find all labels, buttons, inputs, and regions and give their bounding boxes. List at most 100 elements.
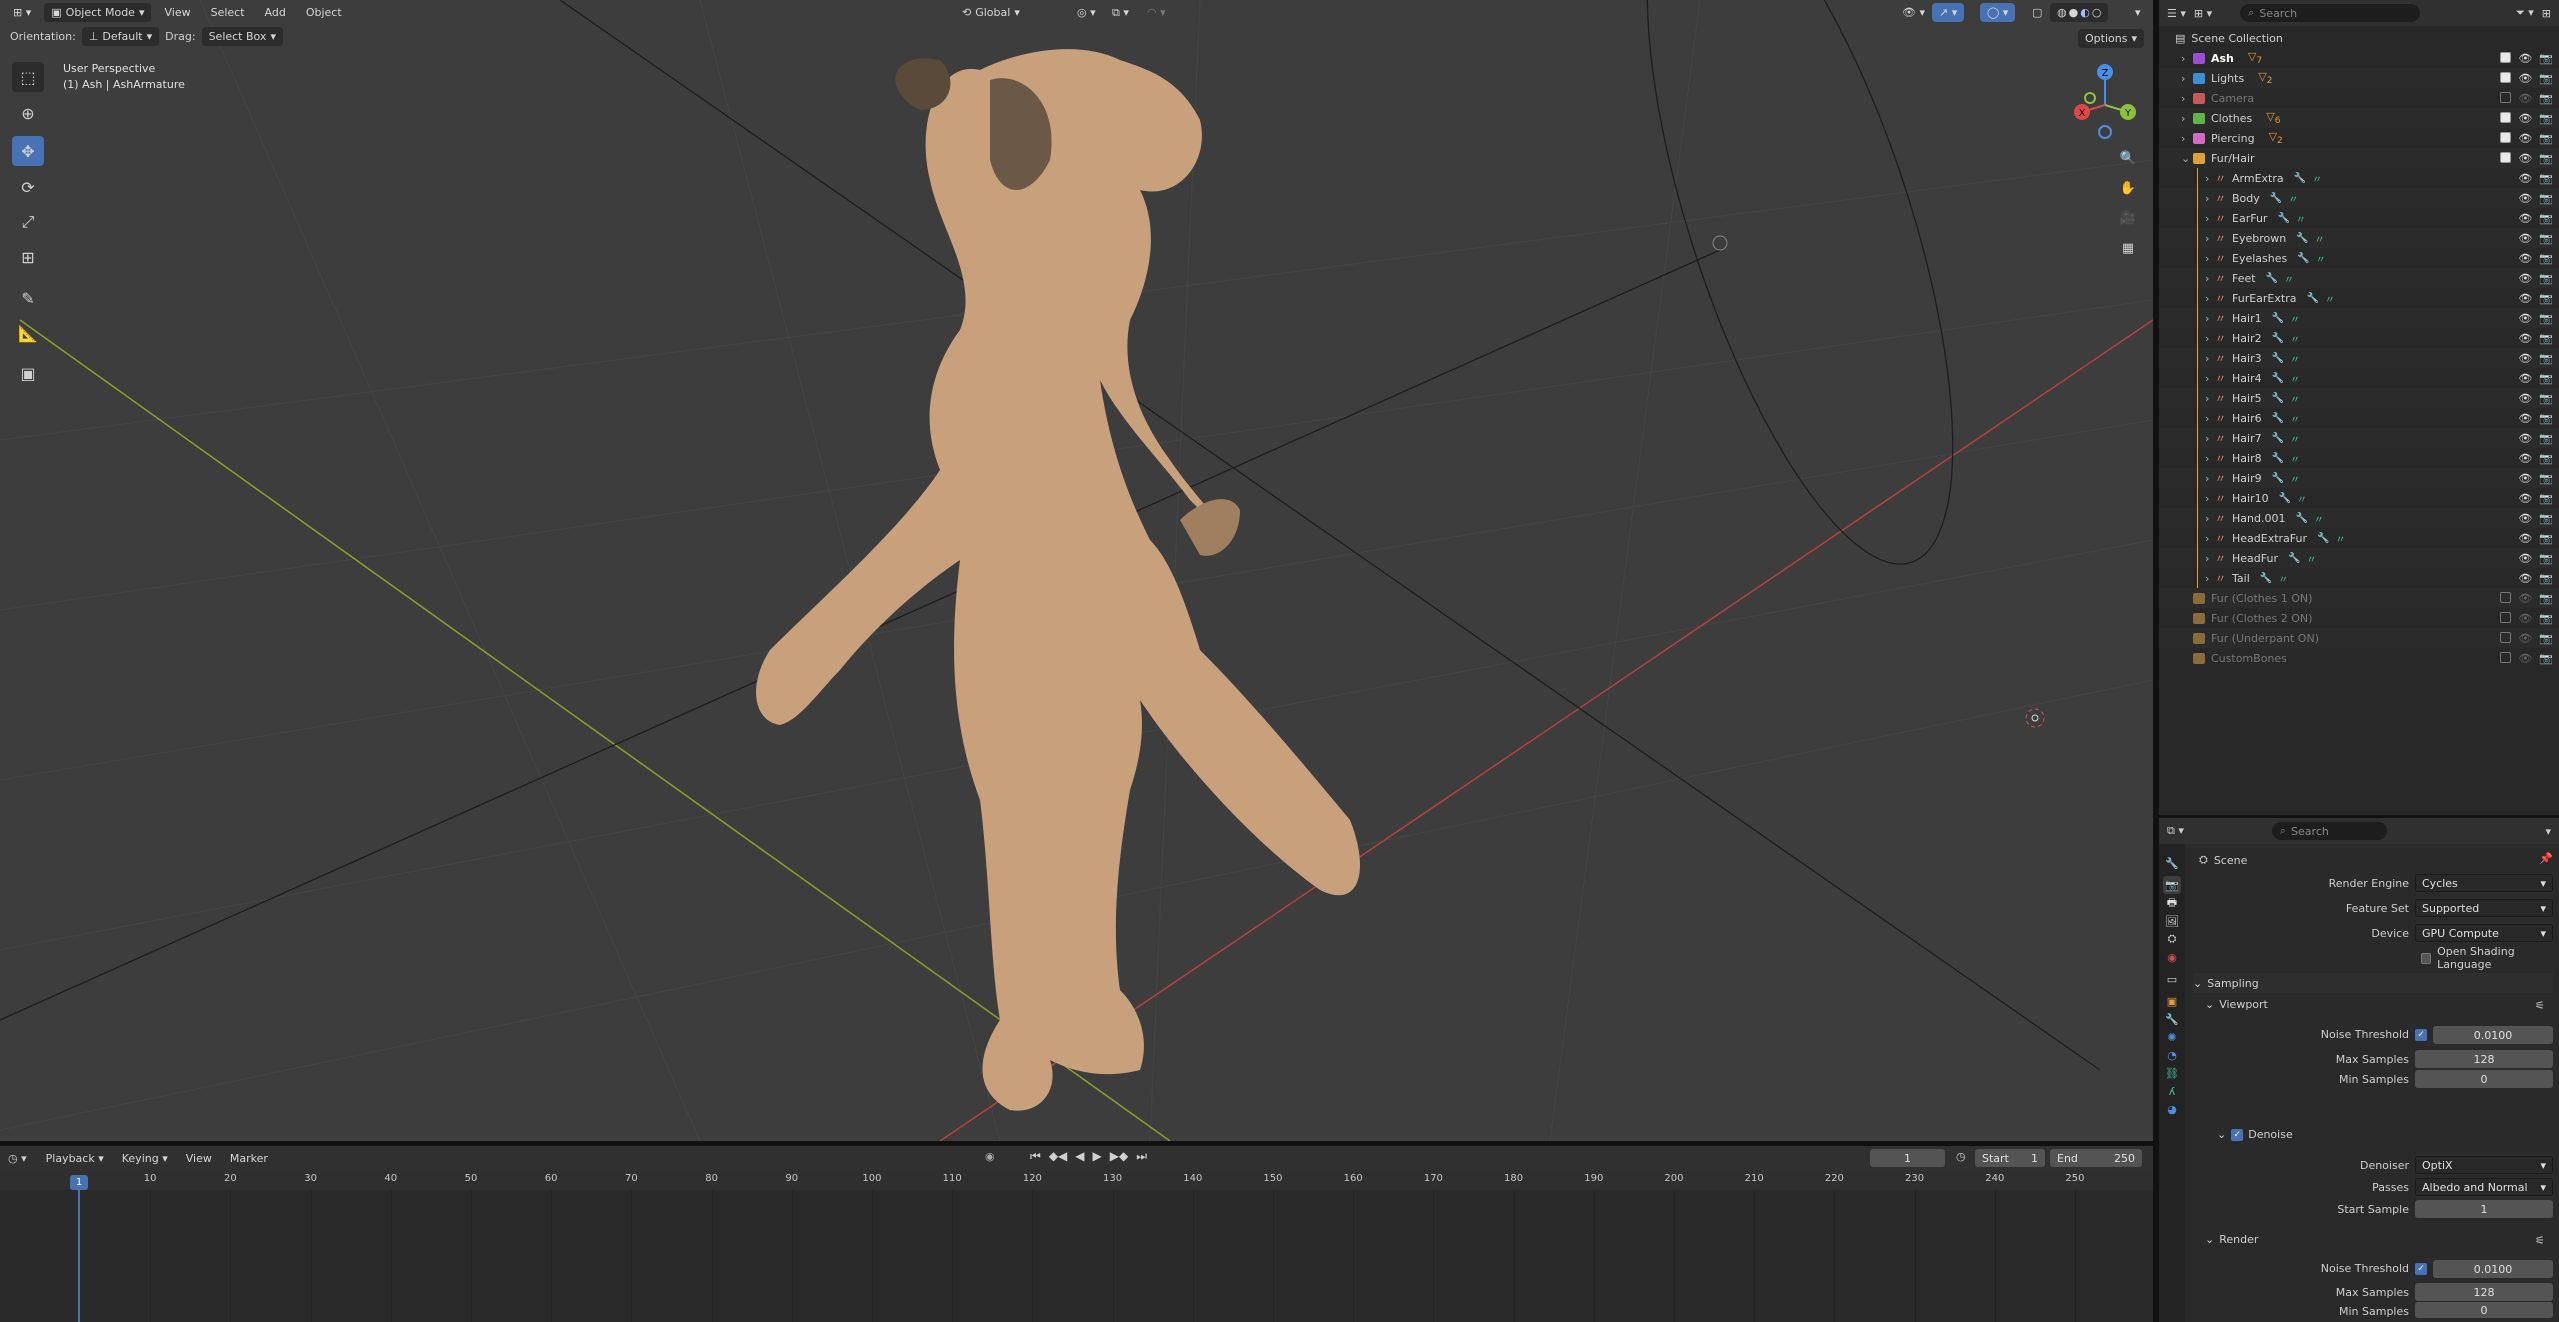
camera-render-icon[interactable]: 📷 <box>2539 652 2553 665</box>
excluded-collection-row[interactable]: Fur (Clothes 2 ON) 👁 📷 <box>2159 608 2559 628</box>
hair-object-row[interactable]: › 〃 Eyelashes 🔧 〃 👁 📷 <box>2159 248 2559 268</box>
passes-dropdown[interactable]: Albedo and Normal ▾ <box>2415 1178 2553 1196</box>
expand-chevron-icon[interactable]: › <box>2205 472 2215 485</box>
excluded-collection-row[interactable]: Fur (Clothes 1 ON) 👁 📷 <box>2159 588 2559 608</box>
hair-object-row[interactable]: › 〃 Hand.001 🔧 〃 👁 📷 <box>2159 508 2559 528</box>
3d-viewport[interactable]: ⊞ ▾ ▣ Object Mode ▾ View Select Add Objec… <box>0 0 2153 1141</box>
expand-chevron-icon[interactable]: › <box>2205 192 2215 205</box>
panel-menu-icon[interactable]: ▾ <box>2545 825 2551 838</box>
camera-render-icon[interactable]: 📷 <box>2539 452 2553 465</box>
add-cube-tool[interactable]: ▣ <box>12 358 44 388</box>
snap-button[interactable]: ⧉ ▾ <box>1105 3 1136 22</box>
exclude-checkbox[interactable] <box>2500 91 2512 103</box>
eye-icon[interactable]: 👁 <box>2518 52 2532 65</box>
expand-chevron-icon[interactable]: › <box>2205 532 2215 545</box>
properties-editor-icon[interactable]: ⧉ ▾ <box>2167 824 2184 838</box>
orientation-dropdown[interactable]: ⊥ Default ▾ <box>81 26 160 46</box>
move-tool[interactable]: ✥ <box>12 136 44 166</box>
expand-chevron-icon[interactable]: › <box>2205 272 2215 285</box>
material-tab-icon[interactable]: ◕ <box>2163 1100 2181 1118</box>
hair-object-row[interactable]: › 〃 Hair5 🔧 〃 👁 📷 <box>2159 388 2559 408</box>
hair-object-row[interactable]: › 〃 Hair10 🔧 〃 👁 📷 <box>2159 488 2559 508</box>
render-tab-icon[interactable]: 📷 <box>2163 876 2181 894</box>
exclude-checkbox[interactable] <box>2500 631 2512 643</box>
prev-keyframe-icon[interactable]: ◆◀ <box>1049 1149 1067 1164</box>
camera-render-icon[interactable]: 📷 <box>2539 492 2553 505</box>
hair-object-row[interactable]: › 〃 Hair3 🔧 〃 👁 📷 <box>2159 348 2559 368</box>
expand-chevron-icon[interactable]: › <box>2205 572 2215 585</box>
proportional-edit-button[interactable]: ◠ ▾ <box>1140 3 1173 22</box>
tool-tab-icon[interactable]: 🔧 <box>2163 854 2181 872</box>
mode-dropdown[interactable]: ▣ Object Mode ▾ <box>44 2 152 22</box>
camera-render-icon[interactable]: 📷 <box>2539 192 2553 205</box>
measure-tool[interactable]: 📐 <box>12 318 44 348</box>
expand-chevron-icon[interactable]: › <box>2181 72 2193 85</box>
eye-icon[interactable]: 👁 <box>2518 192 2532 205</box>
expand-chevron-icon[interactable]: › <box>2205 212 2215 225</box>
eye-icon[interactable]: 👁 <box>2518 652 2532 665</box>
rotate-tool[interactable]: ⟳ <box>12 172 44 202</box>
collection-row[interactable]: › Camera 👁 📷 <box>2159 88 2559 108</box>
current-frame-field[interactable]: 1 <box>1870 1149 1945 1167</box>
camera-render-icon[interactable]: 📷 <box>2539 532 2553 545</box>
expand-chevron-icon[interactable]: › <box>2205 492 2215 505</box>
pivot-point-button[interactable]: ◎ ▾ <box>1070 3 1103 22</box>
new-collection-icon[interactable]: ⊞ <box>2542 7 2551 20</box>
menu-view[interactable]: View <box>157 6 197 19</box>
menu-object[interactable]: Object <box>299 6 349 19</box>
eye-icon[interactable]: 👁 <box>2518 372 2532 385</box>
expand-chevron-icon[interactable]: › <box>2205 252 2215 265</box>
eye-icon[interactable]: 👁 <box>2518 272 2532 285</box>
camera-render-icon[interactable]: 📷 <box>2539 592 2553 605</box>
eye-icon[interactable]: 👁 <box>2518 292 2532 305</box>
camera-view-button[interactable]: 🎥 <box>2115 205 2141 231</box>
eye-icon[interactable]: 👁 <box>2518 432 2532 445</box>
editor-type-button[interactable]: ⊞ ▾ <box>6 3 38 22</box>
pan-button[interactable]: ✋ <box>2115 175 2141 201</box>
hair-object-row[interactable]: › 〃 Hair7 🔧 〃 👁 📷 <box>2159 428 2559 448</box>
exclude-checkbox[interactable] <box>2500 71 2512 83</box>
visibility-button[interactable]: 👁 ▾ <box>1895 3 1932 22</box>
excluded-collection-row[interactable]: CustomBones 👁 📷 <box>2159 648 2559 668</box>
eye-icon[interactable]: 👁 <box>2518 592 2532 605</box>
physics-tab-icon[interactable]: ◔ <box>2163 1046 2181 1064</box>
eye-icon[interactable]: 👁 <box>2518 492 2532 505</box>
hair-object-row[interactable]: › 〃 Hair1 🔧 〃 👁 📷 <box>2159 308 2559 328</box>
solid-shading-icon[interactable]: ● <box>2069 6 2079 19</box>
camera-render-icon[interactable]: 📷 <box>2539 152 2553 165</box>
render-subpanel-header[interactable]: ⌄ Render <box>2205 1233 2258 1246</box>
scene-tab-icon[interactable]: ⛭ <box>2163 930 2181 948</box>
transform-tool[interactable]: ⊞ <box>12 242 44 272</box>
expand-chevron-icon[interactable]: › <box>2181 52 2193 65</box>
playhead-line[interactable] <box>78 1190 80 1322</box>
hair-object-row[interactable]: › 〃 HeadFur 🔧 〃 👁 📷 <box>2159 548 2559 568</box>
camera-render-icon[interactable]: 📷 <box>2539 472 2553 485</box>
play-icon[interactable]: ▶ <box>1093 1149 1102 1164</box>
expand-chevron-icon[interactable]: › <box>2205 232 2215 245</box>
data-tab-icon[interactable]: ʎ <box>2163 1082 2181 1100</box>
timeline-editor-icon[interactable]: ◷ ▾ <box>8 1152 27 1165</box>
menu-marker[interactable]: Marker <box>223 1152 275 1165</box>
view-layer-tab-icon[interactable]: 🖼 <box>2163 912 2181 930</box>
hair-object-row[interactable]: › 〃 Hair2 🔧 〃 👁 📷 <box>2159 328 2559 348</box>
eye-icon[interactable]: 👁 <box>2518 472 2532 485</box>
transform-orientation-dropdown[interactable]: ⟲ Global ▾ <box>955 3 1027 22</box>
play-reverse-icon[interactable]: ◀ <box>1075 1149 1084 1164</box>
eye-icon[interactable]: 👁 <box>2518 532 2532 545</box>
outliner-panel[interactable]: ☰ ▾ ⊞ ▾ ⌕ Search ⏷ ▾ ⊞ ▤ Scene Collection… <box>2159 0 2559 815</box>
expand-chevron-icon[interactable]: › <box>2205 512 2215 525</box>
eye-icon[interactable]: 👁 <box>2518 412 2532 425</box>
particles-tab-icon[interactable]: ✺ <box>2163 1028 2181 1046</box>
exclude-checkbox[interactable] <box>2500 151 2512 163</box>
scene-collection-row[interactable]: ▤ Scene Collection <box>2159 28 2559 48</box>
clock-icon[interactable]: ◷ <box>1956 1150 1966 1163</box>
collection-row[interactable]: ⌄ Fur/Hair 👁 📷 <box>2159 148 2559 168</box>
pin-icon[interactable]: 📌 <box>2539 852 2553 865</box>
collection-tab-icon[interactable]: ▭ <box>2163 970 2181 988</box>
camera-render-icon[interactable]: 📷 <box>2539 432 2553 445</box>
excluded-collection-row[interactable]: Fur (Underpant ON) 👁 📷 <box>2159 628 2559 648</box>
menu-add[interactable]: Add <box>258 6 293 19</box>
cursor-tool[interactable]: ⊕ <box>12 98 44 128</box>
camera-render-icon[interactable]: 📷 <box>2539 292 2553 305</box>
start-frame-field[interactable]: Start 1 <box>1975 1149 2045 1167</box>
